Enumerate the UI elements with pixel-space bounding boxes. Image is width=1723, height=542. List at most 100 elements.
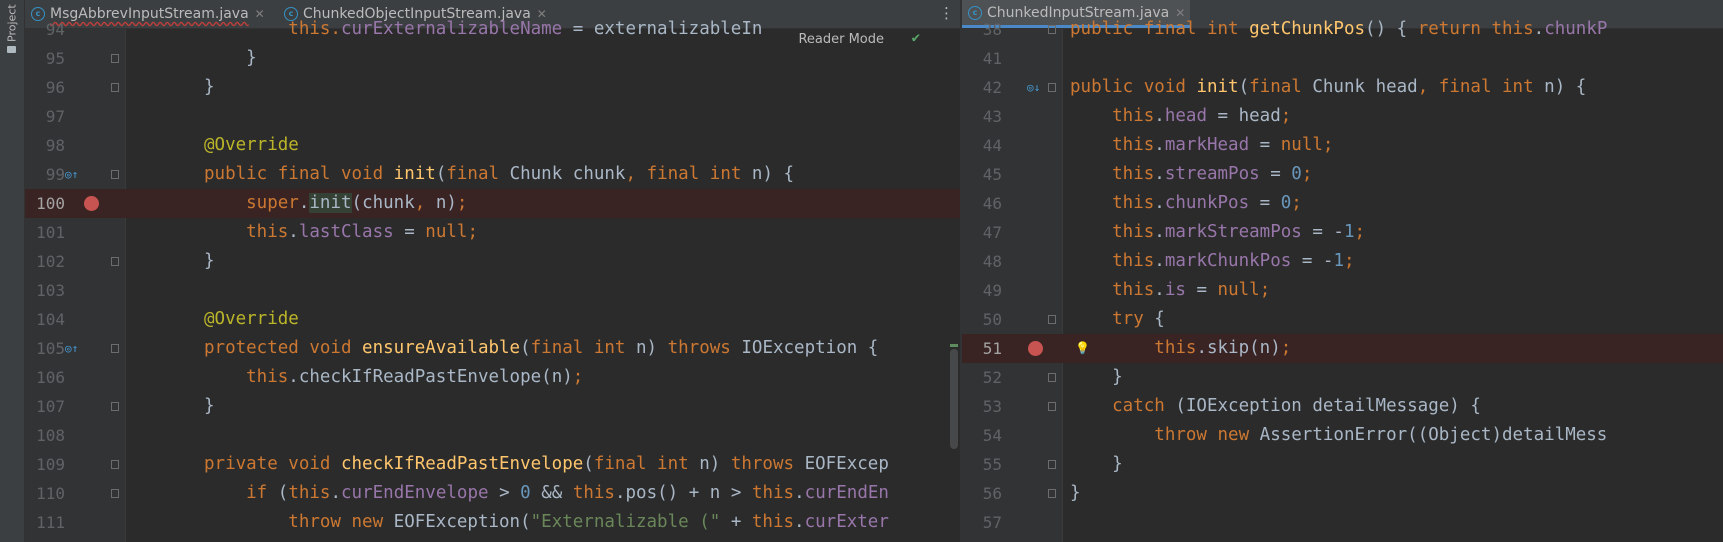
code-line[interactable]: 47 this.markStreamPos = -1; xyxy=(962,218,1723,247)
fold-icon[interactable] xyxy=(111,460,119,469)
code-line[interactable]: 49 this.is = null; xyxy=(962,276,1723,305)
fold-icon[interactable] xyxy=(1048,402,1056,411)
code-token: } xyxy=(1070,483,1081,503)
line-number: 44 xyxy=(982,136,1002,155)
code-line[interactable]: 46 this.chunkPos = 0; xyxy=(962,189,1723,218)
fold-icon[interactable] xyxy=(111,402,119,411)
code-line[interactable]: 95 } xyxy=(25,44,960,73)
fold-icon[interactable] xyxy=(111,257,119,266)
code-token: this xyxy=(1070,251,1155,271)
code-token: throws xyxy=(667,338,742,358)
code-line[interactable]: 51 💡 this.skip(n); xyxy=(962,334,1723,363)
fold-icon[interactable] xyxy=(111,170,119,179)
code-token: this xyxy=(1070,338,1197,358)
code-token: = xyxy=(393,222,426,242)
code-line[interactable]: 109 private void checkIfReadPastEnvelope(… xyxy=(25,450,960,479)
fold-icon[interactable] xyxy=(111,344,119,353)
code-line[interactable]: 107} xyxy=(25,392,960,421)
code-line[interactable]: 101 this.lastClass = null; xyxy=(25,218,960,247)
code-line[interactable]: 98 @Override xyxy=(25,131,960,160)
fold-icon[interactable] xyxy=(1048,25,1056,34)
breakpoint-icon[interactable] xyxy=(1028,341,1043,356)
code-token: (IOException detailMessage) { xyxy=(1175,396,1481,416)
code-line[interactable]: 54 throw new AssertionError((Object)deta… xyxy=(962,421,1723,450)
check-icon: ✔ xyxy=(911,30,920,46)
code-token: 1 xyxy=(1333,251,1344,271)
code-text: public final int getChunkPos() { return … xyxy=(1070,15,1607,44)
code-line[interactable]: 53 catch (IOException detailMessage) { xyxy=(962,392,1723,421)
code-token: getChunkPos xyxy=(1249,19,1366,39)
code-token: } xyxy=(204,396,215,416)
code-token: "Externalizable (" xyxy=(530,512,721,532)
code-token: > xyxy=(488,483,521,503)
left-editor[interactable]: 94 this.curExternalizableName = external… xyxy=(25,19,960,542)
code-text: this.markHead = null; xyxy=(1070,131,1333,160)
code-token: . xyxy=(1154,164,1165,184)
override-up-icon[interactable]: ◎↑ xyxy=(65,341,83,356)
line-number: 45 xyxy=(982,165,1002,184)
code-line[interactable]: 104 @Override xyxy=(25,305,960,334)
override-up-icon[interactable]: ◎↓ xyxy=(1027,80,1045,95)
code-token: this xyxy=(572,483,615,503)
code-text: throw new AssertionError((Object)detailM… xyxy=(1070,421,1607,450)
code-line[interactable]: 43 this.head = head; xyxy=(962,102,1723,131)
line-number: 104 xyxy=(36,310,65,329)
fold-icon[interactable] xyxy=(111,83,119,92)
reader-mode-button[interactable]: Reader Mode xyxy=(792,32,890,47)
code-token: this xyxy=(204,222,289,242)
fold-icon[interactable] xyxy=(1048,373,1056,382)
fold-icon[interactable] xyxy=(111,54,119,63)
code-line[interactable]: 102} xyxy=(25,247,960,276)
code-line[interactable]: 106 this.checkIfReadPastEnvelope(n); xyxy=(25,363,960,392)
code-line[interactable]: 96} xyxy=(25,73,960,102)
code-line[interactable]: 97 xyxy=(25,102,960,131)
code-token: public void xyxy=(1070,77,1197,97)
code-line[interactable]: 41 xyxy=(962,44,1723,73)
right-editor[interactable]: 38 public final int getChunkPos() { retur… xyxy=(962,19,1723,542)
code-line[interactable]: 50 try { xyxy=(962,305,1723,334)
code-token: ; xyxy=(1343,251,1355,271)
fold-icon[interactable] xyxy=(1048,460,1056,469)
code-text: this.lastClass = null; xyxy=(204,218,478,247)
code-token: ; xyxy=(572,367,584,387)
code-line[interactable]: 44 this.markHead = null; xyxy=(962,131,1723,160)
code-line[interactable]: 100 super.init(chunk, n); xyxy=(25,189,960,218)
code-token: { xyxy=(1396,19,1418,39)
code-line[interactable]: 110 if (this.curEndEnvelope > 0 && this.… xyxy=(25,479,960,508)
code-line[interactable]: 52 } xyxy=(962,363,1723,392)
line-number: 56 xyxy=(982,484,1002,503)
breakpoint-icon[interactable] xyxy=(84,196,99,211)
code-line[interactable]: 56} xyxy=(962,479,1723,508)
code-token: ; xyxy=(1291,193,1302,213)
code-token: super xyxy=(204,193,299,213)
line-number: 48 xyxy=(982,252,1002,271)
code-line[interactable]: 55 } xyxy=(962,450,1723,479)
code-token: public final void xyxy=(204,164,394,184)
fold-icon[interactable] xyxy=(1048,489,1056,498)
project-tool-button[interactable]: Project xyxy=(3,4,21,64)
code-line[interactable]: 103 xyxy=(25,276,960,305)
fold-icon[interactable] xyxy=(1048,83,1056,92)
left-editor-pane: c MsgAbbrevInputStream.java ✕ c ChunkedO… xyxy=(25,0,960,542)
code-line[interactable]: 48 this.markChunkPos = -1; xyxy=(962,247,1723,276)
fold-icon[interactable] xyxy=(1048,315,1056,324)
left-scrollbar[interactable] xyxy=(950,349,958,449)
code-token: final int xyxy=(646,164,752,184)
code-line[interactable]: 57 xyxy=(962,508,1723,537)
code-token: .skip(n) xyxy=(1196,338,1281,358)
code-token: final xyxy=(446,164,510,184)
code-line[interactable]: 99 ◎↑ public final void init(final Chunk c… xyxy=(25,160,960,189)
code-line[interactable]: 38 public final int getChunkPos() { retur… xyxy=(962,15,1723,44)
fold-icon[interactable] xyxy=(111,489,119,498)
code-token: checkIfReadPastEnvelope xyxy=(340,454,584,474)
code-token: try xyxy=(1070,309,1155,329)
code-line[interactable]: 105 ◎↑ protected void ensureAvailable(fina… xyxy=(25,334,960,363)
code-token: , xyxy=(1417,77,1439,97)
code-line[interactable]: 42 ◎↓ public void init(final Chunk head, f… xyxy=(962,73,1723,102)
override-up-icon[interactable]: ◎↑ xyxy=(65,167,83,182)
code-line[interactable]: 108 xyxy=(25,421,960,450)
code-line[interactable]: 111 throw new EOFException("Externalizab… xyxy=(25,508,960,537)
code-line[interactable]: 45 this.streamPos = 0; xyxy=(962,160,1723,189)
code-token: chunkPos xyxy=(1164,193,1250,213)
right-editor-pane: c ChunkedInputStream.java ✕ 38 public fin… xyxy=(962,0,1723,542)
